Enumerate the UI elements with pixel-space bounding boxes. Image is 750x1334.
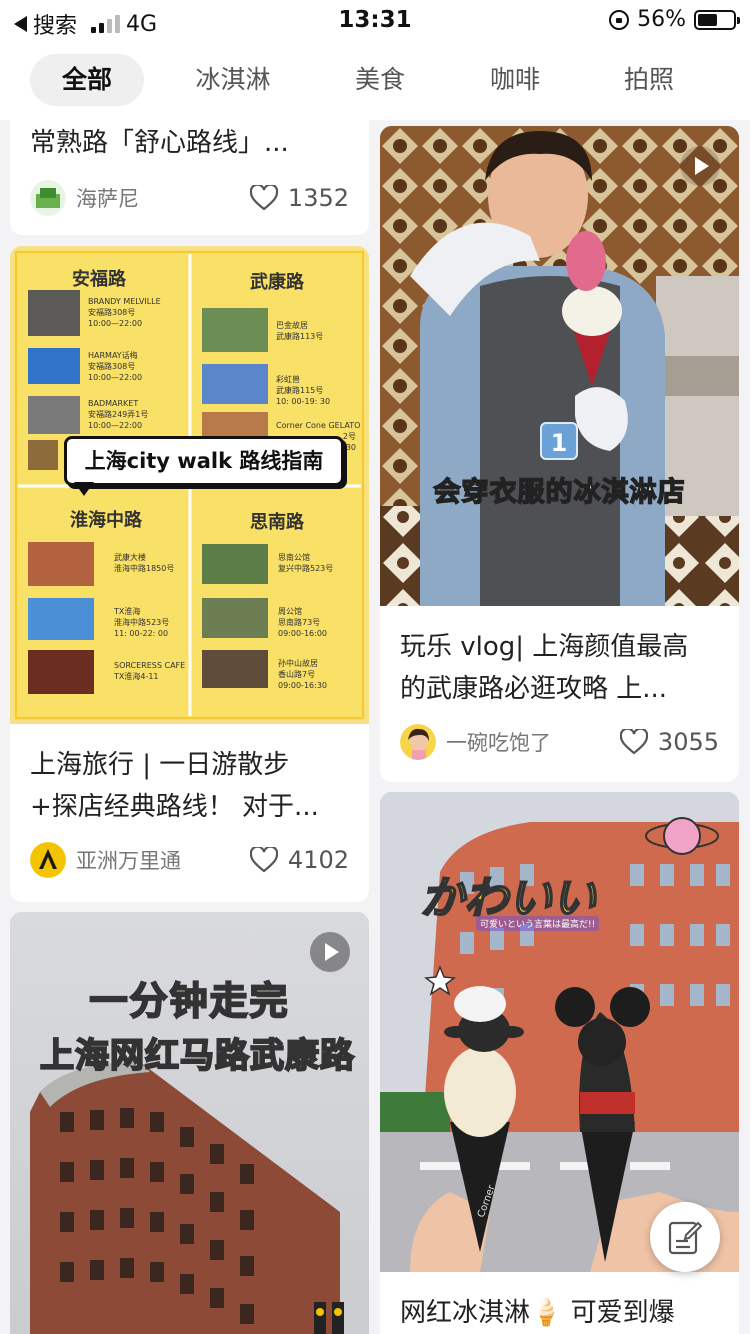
- area-label-wukang: 武康路: [250, 272, 304, 293]
- route-guide-banner: 上海city walk 路线指南: [64, 436, 344, 486]
- like-count: 3055: [657, 728, 719, 756]
- author-avatar[interactable]: [30, 842, 66, 878]
- spot-info: 巴金故居 武康路113号: [276, 321, 324, 341]
- heart-icon[interactable]: [249, 847, 278, 873]
- post-note-button[interactable]: [650, 1202, 720, 1272]
- battery-percent: 56%: [637, 7, 686, 32]
- tab-all[interactable]: 全部: [30, 54, 144, 106]
- note-card[interactable]: 一分钟走完 上海网红马路武康路: [10, 912, 369, 1334]
- note-card[interactable]: 常熟路「舒心路线」... 海萨尼 1352: [10, 120, 369, 235]
- category-tabs: 全部 冰淇淋 美食 咖啡 拍照: [0, 40, 750, 120]
- feed: 常熟路「舒心路线」... 海萨尼 1352 安福路 武康路 淮海中路 思南路 B…: [0, 120, 750, 1334]
- note-title[interactable]: 玩乐 vlog| 上海颜值最高 的武康路必逛攻略 上...: [380, 606, 739, 710]
- video-caption: 会穿衣服的冰淇淋店: [433, 476, 686, 509]
- spot-info: BRANDY MELVILLE 安福路308号 10:00—22:00: [88, 297, 161, 328]
- note-title[interactable]: 上海旅行 | 一日游散步 +探店经典路线！ 对于...: [10, 724, 369, 828]
- note-title[interactable]: 网红冰淇淋🍦 可爱到爆: [380, 1272, 739, 1334]
- bubble-tail: [74, 482, 94, 496]
- spot-info: TX淮海 淮海中路523号 11: 00-22: 00: [114, 607, 170, 638]
- note-cover-image[interactable]: 一分钟走完 上海网红马路武康路: [10, 912, 369, 1334]
- spot-info: 孙中山故居 香山路7号 09:00-16:30: [278, 659, 327, 690]
- note-cover-image[interactable]: 1 会穿衣服的冰淇淋店: [380, 126, 739, 606]
- video-overlay-title: 一分钟走完: [88, 978, 290, 1024]
- author-name[interactable]: 海萨尼: [76, 183, 250, 213]
- spot-info: SORCERESS CAFE TX淮海4-11: [114, 661, 186, 681]
- tab-photo[interactable]: 拍照: [592, 54, 706, 106]
- area-label-huaihai: 淮海中路: [70, 510, 142, 531]
- note-card[interactable]: 安福路 武康路 淮海中路 思南路 BRANDY MELVILLE 安福路308号 1…: [10, 246, 369, 902]
- area-label-anfu: 安福路: [72, 269, 126, 290]
- sticker-subtext: 可爱いという言葉は最高だ!!: [476, 916, 600, 931]
- like-count: 1352: [287, 184, 349, 212]
- ice-cream-vlog-photo: [380, 126, 739, 606]
- video-play-icon: [680, 146, 720, 186]
- author-avatar[interactable]: [30, 180, 66, 216]
- spot-info: 武康大楼 淮海中路1850号: [114, 553, 175, 573]
- author-name[interactable]: 亚洲万里通: [76, 845, 250, 875]
- spot-info: HARMAY话梅 安福路308号 10:00—22:00: [88, 351, 143, 382]
- orientation-lock-icon: [609, 9, 630, 30]
- author-avatar[interactable]: [400, 724, 436, 760]
- note-cover-image[interactable]: 安福路 武康路 淮海中路 思南路 BRANDY MELVILLE 安福路308号 1…: [10, 246, 369, 724]
- keycap-number-badge: 1: [540, 422, 578, 460]
- video-overlay-subtitle: 上海网红马路武康路: [39, 1035, 355, 1077]
- area-label-sinan: 思南路: [250, 512, 304, 533]
- note-title[interactable]: 常熟路「舒心路线」...: [10, 120, 369, 164]
- edit-note-icon: [668, 1221, 702, 1255]
- spot-info: 彩虹兽 武康路115号 10: 00-19: 30: [276, 375, 331, 406]
- spot-info: 周公馆 思南路73号 09:00-16:00: [278, 607, 327, 638]
- author-name[interactable]: 一碗吃饱了: [446, 727, 620, 757]
- note-card[interactable]: 1 会穿衣服的冰淇淋店 玩乐 vlog| 上海颜值最高 的武康路必逛攻略 上..…: [380, 126, 739, 782]
- heart-icon[interactable]: [619, 729, 648, 755]
- status-bar: 搜索 4G 13:31 56%: [0, 0, 750, 40]
- like-count: 4102: [287, 846, 349, 874]
- heart-icon[interactable]: [249, 185, 278, 211]
- note-cover-image[interactable]: かわいい 可爱いという言葉は最高だ!! Corner: [380, 792, 739, 1272]
- video-play-icon: [310, 932, 350, 972]
- tab-ice-cream[interactable]: 冰淇淋: [176, 54, 290, 106]
- battery-icon: [694, 9, 740, 30]
- tab-food[interactable]: 美食: [323, 54, 437, 106]
- spot-info: BADMARKET 安福路249弄1号 10:00—22:00: [88, 399, 149, 430]
- tab-coffee[interactable]: 咖啡: [458, 54, 572, 106]
- spot-info: 思南公馆 复兴中路523号: [278, 553, 334, 573]
